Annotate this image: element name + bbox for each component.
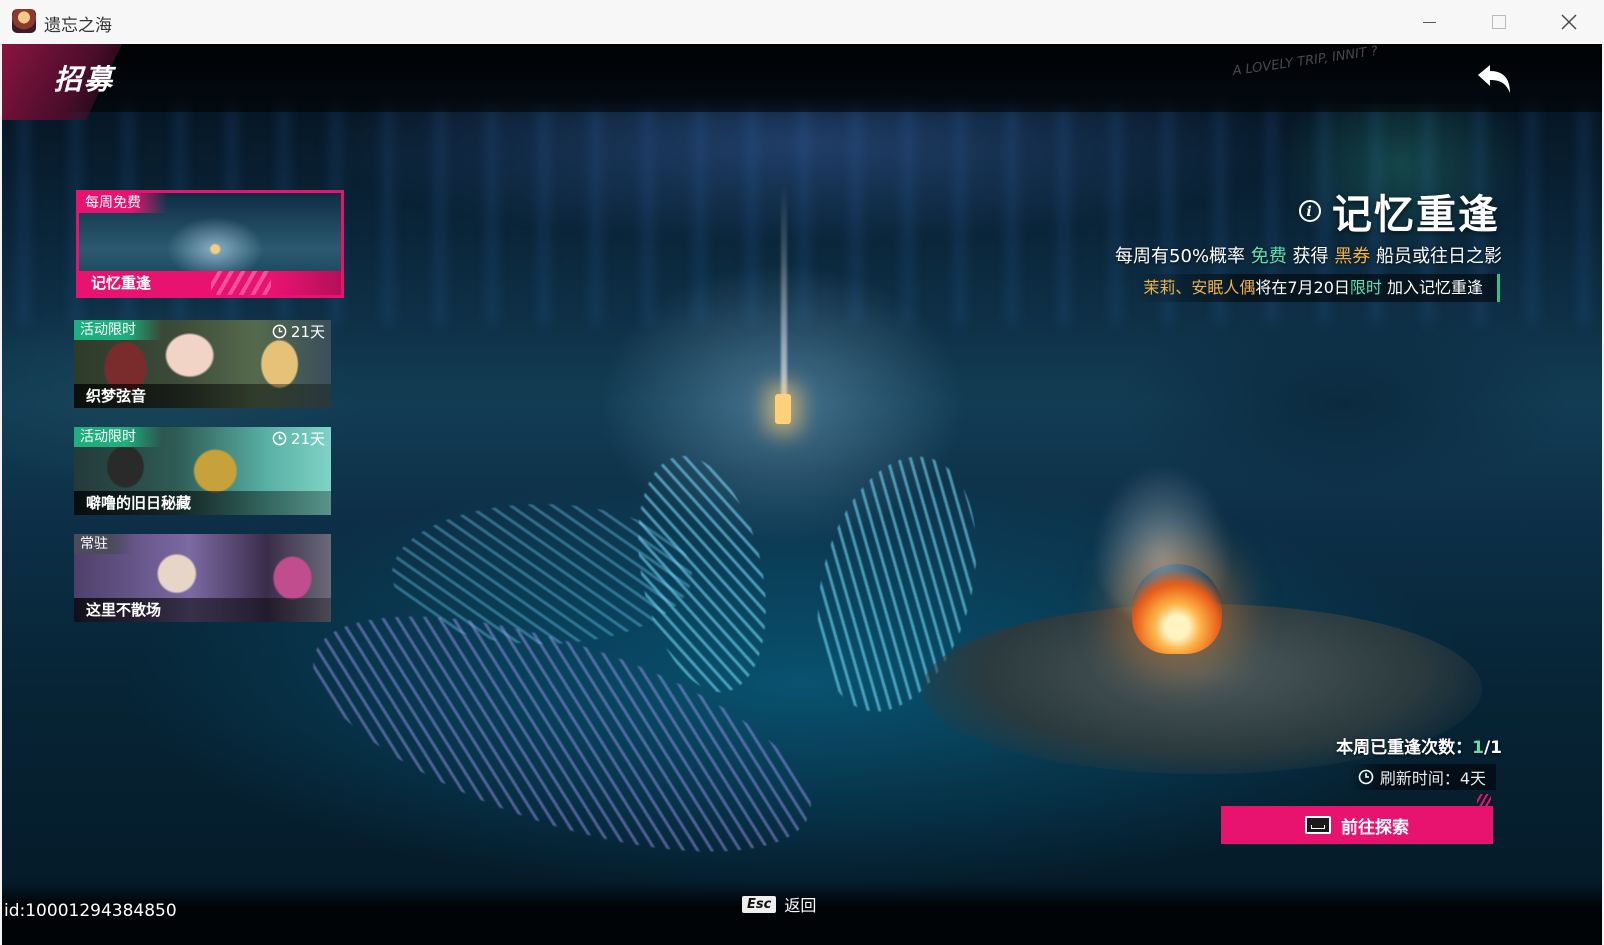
back-button[interactable] <box>1472 60 1516 100</box>
banner-timer: 21天 <box>272 321 325 342</box>
player-id: id:10001294384850 <box>4 901 177 921</box>
weekly-count-used: 1 <box>1472 738 1484 758</box>
banner-timer: 21天 <box>272 428 325 449</box>
desc-text: 每周有50%概率 <box>1115 246 1246 267</box>
weekly-count-label: 本周已重逢次数： <box>1336 738 1473 758</box>
button-stripes <box>1477 794 1491 808</box>
refresh-time-text: 刷新时间：4天 <box>1379 769 1486 788</box>
cliff-right <box>1022 284 1602 524</box>
minimize-button[interactable] <box>1394 0 1464 44</box>
banner-never-ends[interactable]: 常驻 这里不散场 <box>74 534 331 622</box>
desc-text: 获得 <box>1292 246 1329 267</box>
banner-detail-title: i 记忆重逢 <box>1298 182 1500 240</box>
page-title: 招募 <box>54 63 115 96</box>
clock-icon <box>272 324 287 339</box>
minimize-icon <box>1422 21 1436 23</box>
banner-tag: 常驻 <box>74 534 134 554</box>
notice-text: 加入记忆重逢 <box>1386 278 1483 297</box>
banner-name: 噼噜的旧日秘藏 <box>74 491 331 515</box>
spacebar-key-icon <box>1305 816 1331 834</box>
info-icon[interactable]: i <box>1298 199 1322 223</box>
close-icon <box>1561 14 1577 30</box>
banner-notice: 茉莉、安眠人偶将在7月20日限时 加入记忆重逢 <box>1133 274 1500 302</box>
lantern <box>775 394 791 424</box>
banner-timer-text: 21天 <box>290 323 325 341</box>
notice-limit-highlight: 限时 <box>1349 278 1382 297</box>
esc-back-hint[interactable]: Esc 返回 <box>742 892 816 916</box>
weekly-reunion-count: 本周已重逢次数：1/1 <box>1336 733 1502 758</box>
esc-key-icon: Esc <box>742 895 777 913</box>
banner-stripes <box>211 271 271 295</box>
maximize-button[interactable] <box>1464 0 1534 44</box>
detail-title-text: 记忆重逢 <box>1332 192 1500 238</box>
svg-text:i: i <box>1306 204 1313 220</box>
back-arrow-icon <box>1478 65 1510 93</box>
banner-timer-text: 21天 <box>290 430 325 448</box>
explore-button-label: 前往探索 <box>1341 817 1409 838</box>
clock-icon <box>272 431 287 446</box>
game-viewport: 招募 A LOVELY TRIP, INNIT ? 每周免费 记忆重逢 活动限时… <box>2 44 1602 945</box>
light-beam <box>781 184 787 414</box>
notice-names-highlight: 茉莉、安眠人偶 <box>1143 278 1256 297</box>
banner-name: 记忆重逢 <box>79 271 341 295</box>
clock-icon <box>1358 769 1374 785</box>
notice-text: 将在7月20日 <box>1255 278 1350 297</box>
desc-free-highlight: 免费 <box>1250 246 1287 267</box>
esc-back-label: 返回 <box>784 896 817 915</box>
campfire <box>1132 564 1222 654</box>
weekly-count-total: /1 <box>1483 738 1502 758</box>
banner-tag: 活动限时 <box>74 320 162 340</box>
banner-name: 这里不散场 <box>74 598 331 622</box>
banner-tag: 活动限时 <box>74 427 162 447</box>
close-button[interactable] <box>1534 0 1604 44</box>
banner-tag: 每周免费 <box>79 193 167 213</box>
window-title: 遗忘之海 <box>44 16 112 36</box>
explore-button[interactable]: 前往探索 <box>1221 794 1493 844</box>
desc-text: 船员或往日之影 <box>1376 246 1502 267</box>
banner-memory-reunion[interactable]: 每周免费 记忆重逢 <box>76 190 344 298</box>
banner-name: 织梦弦音 <box>74 384 331 408</box>
app-icon <box>12 9 36 33</box>
banner-description: 每周有50%概率 免费 获得 黑券 船员或往日之影 <box>1115 242 1502 268</box>
maximize-icon <box>1492 15 1506 29</box>
desc-ticket-highlight: 黑券 <box>1334 246 1371 267</box>
banner-old-secret[interactable]: 活动限时 21天 噼噜的旧日秘藏 <box>74 427 331 515</box>
window-titlebar: 遗忘之海 <box>0 0 1604 45</box>
refresh-time: 刷新时间：4天 <box>1347 764 1496 790</box>
banner-dream-weaving[interactable]: 活动限时 21天 织梦弦音 <box>74 320 331 408</box>
